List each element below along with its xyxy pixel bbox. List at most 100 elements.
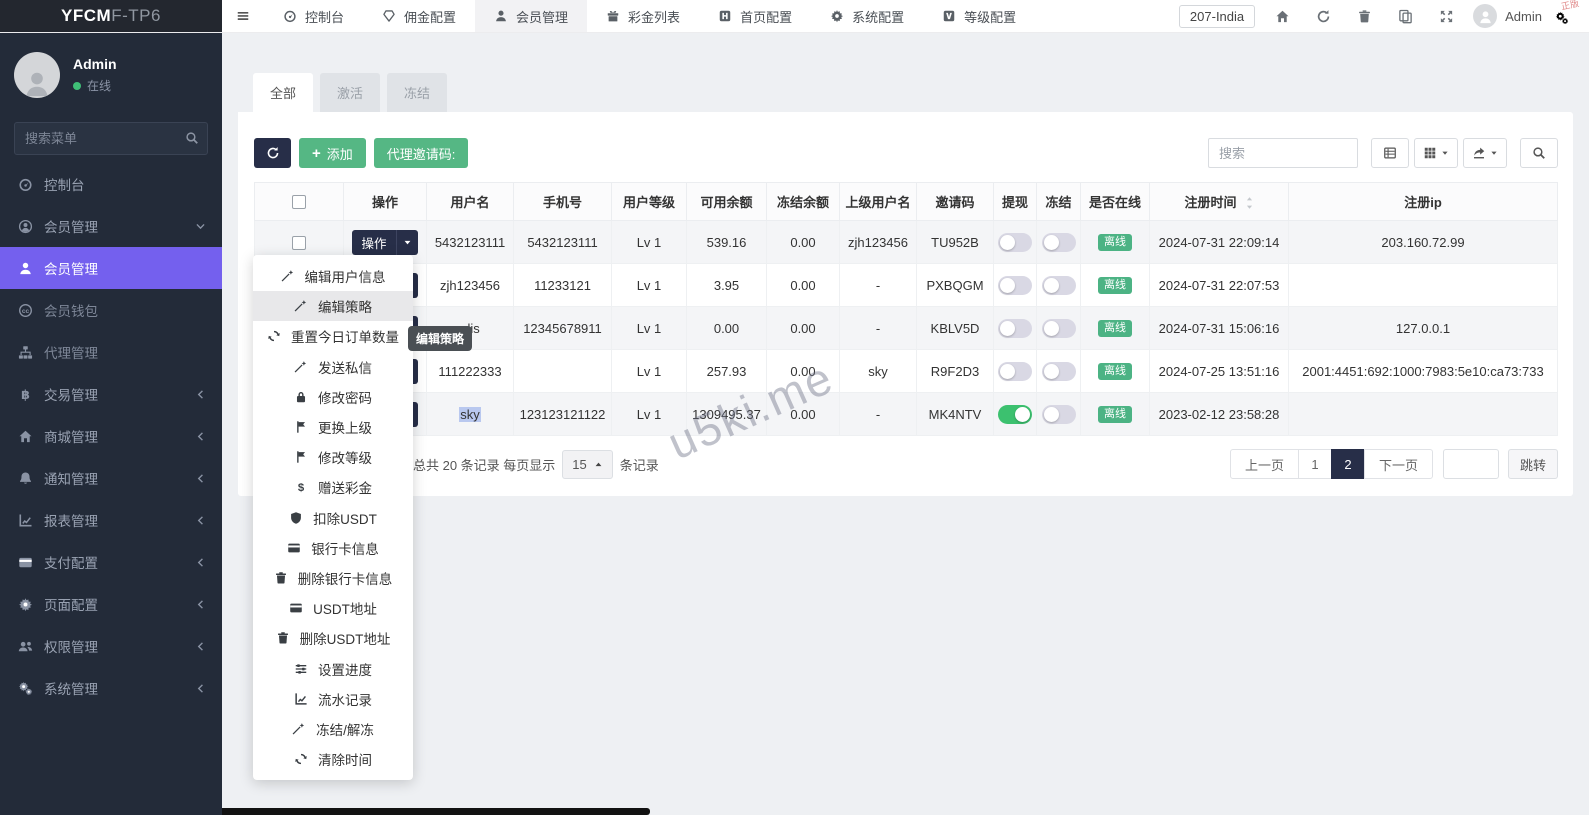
sidebar-item[interactable]: 页面配置: [0, 583, 222, 625]
site-badge[interactable]: 207-India: [1178, 4, 1256, 28]
user-menu[interactable]: Admin: [1473, 4, 1542, 28]
fullscreen-button[interactable]: [1432, 2, 1460, 30]
sidebar-item[interactable]: 控制台: [0, 163, 222, 205]
pagination: 总共 20 条记录 每页显示 15 条记录 上一页 12 下一页 跳转: [254, 449, 1558, 479]
row-action-button[interactable]: 操作: [352, 229, 418, 255]
pagination-info: 总共 20 条记录 每页显示 15 条记录: [413, 449, 659, 479]
clear-cache-button[interactable]: [1350, 2, 1378, 30]
dropdown-item[interactable]: 重置今日订单数量: [253, 321, 413, 351]
top-nav-item[interactable]: 控制台: [264, 0, 363, 32]
jump-button[interactable]: 跳转: [1507, 449, 1558, 479]
freeze-toggle[interactable]: [1041, 275, 1076, 295]
dropdown-item[interactable]: 流水记录: [253, 684, 413, 714]
register-time-cell: 2024-07-25 13:51:16: [1149, 349, 1289, 393]
dropdown-item[interactable]: 扣除USDT: [253, 503, 413, 533]
dropdown-item[interactable]: 赠送彩金: [253, 472, 413, 502]
sort-icon[interactable]: [1245, 195, 1254, 211]
tab-frozen[interactable]: 冻结: [387, 73, 448, 112]
dropdown-item[interactable]: 冻结/解冻: [253, 714, 413, 744]
dropdown-item[interactable]: 删除银行卡信息: [253, 563, 413, 593]
page-button[interactable]: 1: [1297, 449, 1332, 479]
dropdown-item[interactable]: 更换上级: [253, 412, 413, 442]
withdraw-toggle[interactable]: [998, 318, 1032, 338]
column-header-label: 手机号: [542, 195, 582, 210]
withdraw-toggle-cell: [993, 263, 1037, 307]
sidebar-toggle-button[interactable]: [222, 0, 264, 32]
wand-icon: [281, 269, 295, 283]
sidebar-item[interactable]: 支付配置: [0, 541, 222, 583]
withdraw-toggle[interactable]: [998, 404, 1032, 424]
parent-user-cell: sky: [839, 349, 917, 393]
top-nav-item[interactable]: 系统配置: [811, 0, 923, 32]
freeze-toggle[interactable]: [1041, 361, 1076, 381]
search-button[interactable]: [1520, 138, 1558, 168]
dropdown-item[interactable]: 修改密码: [253, 382, 413, 412]
sidebar-item[interactable]: 商城管理: [0, 415, 222, 457]
top-nav-item[interactable]: 会员管理: [475, 0, 588, 32]
per-page-select[interactable]: 15: [562, 449, 613, 479]
dropdown-item[interactable]: 编辑用户信息: [253, 261, 413, 291]
sidebar-item-label: 会员管理: [44, 220, 98, 235]
row-checkbox[interactable]: [292, 235, 306, 250]
dropdown-item[interactable]: 银行卡信息: [253, 533, 413, 563]
sidebar-item[interactable]: 会员管理: [0, 247, 222, 289]
sidebar-item[interactable]: 报表管理: [0, 499, 222, 541]
toggle-knob: [1043, 320, 1059, 336]
menu-search-input[interactable]: [14, 122, 208, 155]
detail-view-button[interactable]: [1371, 138, 1409, 168]
cogs-icon: [18, 681, 33, 696]
top-nav-item[interactable]: 佣金配置: [363, 0, 475, 32]
chev-left-icon: [195, 389, 206, 400]
sidebar-item[interactable]: 交易管理: [0, 373, 222, 415]
dropdown-item[interactable]: 发送私信: [253, 352, 413, 382]
dropdown-item[interactable]: 编辑策略: [253, 291, 413, 322]
add-button[interactable]: + 添加: [299, 138, 366, 168]
table-search-input[interactable]: [1208, 138, 1358, 168]
sidebar-item[interactable]: 通知管理: [0, 457, 222, 499]
next-page-button[interactable]: 下一页: [1363, 449, 1433, 479]
refresh-table-button[interactable]: [254, 138, 291, 168]
top-nav-item[interactable]: 首页配置: [699, 0, 811, 32]
top-nav-item[interactable]: 彩金列表: [587, 0, 699, 32]
caret-down-icon[interactable]: [397, 230, 418, 255]
register-time-cell: 2024-07-31 22:07:53: [1149, 263, 1289, 307]
sidebar-item[interactable]: 系统管理: [0, 667, 222, 709]
freeze-toggle[interactable]: [1041, 232, 1076, 252]
freeze-toggle[interactable]: [1041, 318, 1076, 338]
jump-page-input[interactable]: [1442, 449, 1499, 479]
sidebar-item[interactable]: 权限管理: [0, 625, 222, 667]
dropdown-item[interactable]: 删除USDT地址: [253, 623, 413, 653]
sidebar-item[interactable]: 会员钱包: [0, 289, 222, 331]
dropdown-item[interactable]: 清除时间: [253, 744, 413, 774]
filter-tabs: 全部 激活 冻结: [253, 73, 1589, 112]
dropdown-item[interactable]: USDT地址: [253, 593, 413, 623]
freeze-toggle-cell: [1036, 263, 1081, 307]
withdraw-toggle[interactable]: [998, 275, 1032, 295]
dropdown-item[interactable]: 修改等级: [253, 442, 413, 472]
sidebar-item[interactable]: 会员管理: [0, 205, 222, 247]
select-all-checkbox[interactable]: [292, 195, 306, 210]
withdraw-toggle[interactable]: [998, 232, 1032, 252]
refresh-button[interactable]: [1309, 2, 1337, 30]
invite-code-cell: R9F2D3: [916, 349, 994, 393]
chevron-left-icon: [195, 513, 206, 528]
copy-button[interactable]: [1391, 2, 1419, 30]
tab-active[interactable]: 激活: [320, 73, 381, 112]
register-time-cell: 2024-07-31 15:06:16: [1149, 306, 1289, 350]
home-button[interactable]: [1268, 2, 1296, 30]
settings-button[interactable]: 正版: [1555, 0, 1580, 27]
top-nav-item[interactable]: 等级配置: [923, 0, 1035, 32]
sidebar-item[interactable]: 代理管理: [0, 331, 222, 373]
agent-invite-code-button[interactable]: 代理邀请码:: [373, 138, 469, 168]
horizontal-scrollbar[interactable]: [222, 808, 650, 815]
withdraw-toggle[interactable]: [998, 361, 1032, 381]
app-logo: YFCM F-TP6: [0, 0, 222, 32]
tab-all[interactable]: 全部: [253, 73, 314, 112]
dropdown-item[interactable]: 设置进度: [253, 653, 413, 683]
columns-button[interactable]: [1414, 138, 1458, 168]
freeze-toggle[interactable]: [1041, 404, 1076, 424]
page-button[interactable]: 2: [1330, 449, 1365, 479]
export-button[interactable]: [1463, 138, 1507, 168]
prev-page-button[interactable]: 上一页: [1229, 449, 1299, 479]
column-header: 用户名: [426, 182, 514, 221]
